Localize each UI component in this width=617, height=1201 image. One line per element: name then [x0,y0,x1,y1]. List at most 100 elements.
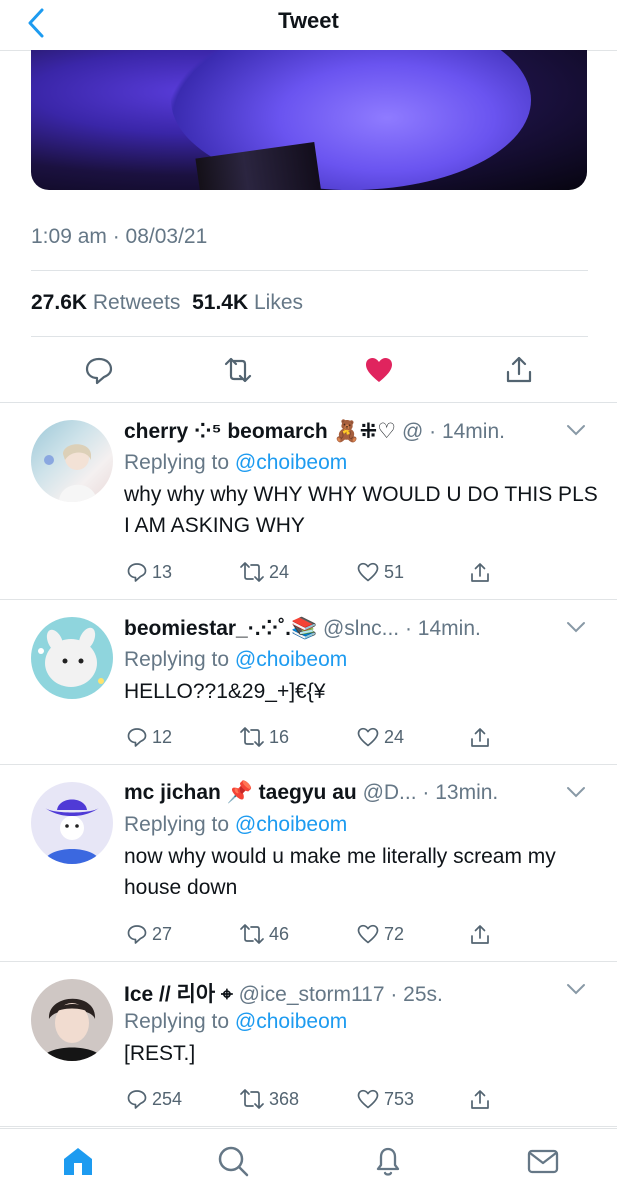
reply-time: · 14min. [404,617,481,640]
display-name[interactable]: mc jichan 📌 taegyu au [124,781,357,804]
reply-actions: 254 368 753 [124,1088,604,1116]
retweet-count: 46 [269,923,290,944]
reply-text: now why would u make me literally scream… [124,845,556,899]
like-count-button[interactable]: 72 [356,923,404,945]
tweet-media-image[interactable] [31,50,587,190]
retweet-count-button[interactable]: 46 [239,923,289,945]
chevron-down-icon[interactable] [565,785,587,799]
chevron-down-icon[interactable] [565,620,587,634]
display-name[interactable]: cherry ⁘⁵ beomarch 🧸⁜♡ [124,420,396,443]
handle[interactable]: @ice_storm117 [239,983,385,1006]
reply-icon [127,925,147,944]
replying-to-label: Replying to [124,813,230,836]
reply-body: cherry ⁘⁵ beomarch 🧸⁜♡ @ · 14min. Replyi… [124,419,599,541]
tweet-stats: 27.6K Retweets 51.4K Likes [31,291,303,315]
reply-count-button[interactable]: 13 [126,561,172,583]
handle[interactable]: @slnc... [323,617,399,640]
reply-count-button[interactable]: 254 [126,1088,182,1110]
home-icon[interactable] [60,1143,96,1179]
handle[interactable]: @D... [363,781,417,804]
like-count-button[interactable]: 24 [356,726,404,748]
avatar[interactable] [31,979,113,1061]
retweet-icon[interactable] [222,354,254,386]
like-count: 753 [384,1088,415,1109]
like-count-button[interactable]: 753 [356,1088,414,1110]
reply-body: beomiestar_·.⁘˚.📚 @slnc... · 14min. Repl… [124,616,599,707]
retweet-icon [240,924,264,944]
like-count[interactable]: 51.4K [192,291,248,314]
replying-to-label: Replying to [124,1010,230,1033]
reply-body: mc jichan 📌 taegyu au @D... · 13min. Rep… [124,781,599,903]
messages-icon[interactable] [525,1143,561,1179]
reply-time: · 13min. [422,781,499,804]
divider [31,336,588,337]
share-icon [471,925,489,944]
retweet-count-button[interactable]: 16 [239,726,289,748]
search-icon[interactable] [215,1143,251,1179]
display-name[interactable]: beomiestar_·.⁘˚.📚 [124,617,317,640]
heart-icon [357,1089,379,1109]
reply-header: mc jichan 📌 taegyu au @D... · 13min. [124,781,599,809]
chevron-down-icon[interactable] [565,423,587,437]
retweet-count-button[interactable]: 368 [239,1088,299,1110]
retweet-icon [240,562,264,582]
reply-item[interactable]: cherry ⁘⁵ beomarch 🧸⁜♡ @ · 14min. Replyi… [0,403,617,600]
replying-to: Replying to @choibeom [124,451,599,475]
share-button[interactable] [468,923,496,947]
reply-text: [REST.] [124,1042,196,1065]
retweet-count-button[interactable]: 24 [239,561,289,583]
retweet-count[interactable]: 27.6K [31,291,87,314]
reply-text: why why why WHY WHY WOULD U DO THIS PLS … [124,483,598,537]
tweet-timestamp: 1:09 am · 08/03/21 [31,225,208,248]
reply-item[interactable]: Ice // 리아 ⌖ @ice_storm117 · 25s. Replyin… [0,962,617,1127]
display-name[interactable]: Ice // 리아 ⌖ [124,983,233,1006]
like-count-button[interactable]: 51 [356,561,404,583]
reply-text: HELLO??1&29_+]€{¥ [124,680,326,703]
reply-count: 13 [152,561,173,582]
like-count: 24 [384,726,405,747]
reply-item[interactable]: mc jichan 📌 taegyu au @D... · 13min. Rep… [0,765,617,962]
replying-to-handle[interactable]: @choibeom [235,648,347,671]
avatar-photo [41,998,103,1061]
retweet-label[interactable]: Retweets [93,291,181,314]
reply-count: 254 [152,1088,183,1109]
replying-to: Replying to @choibeom [124,1010,599,1034]
reply-count-button[interactable]: 12 [126,726,172,748]
reply-actions: 12 16 24 [124,726,604,754]
reply-time: · 14min. [429,420,505,443]
replying-to-handle[interactable]: @choibeom [235,1010,347,1033]
handle[interactable]: @ [402,420,423,443]
notifications-icon[interactable] [370,1143,406,1179]
reply-icon[interactable] [83,354,115,386]
share-icon[interactable] [503,354,535,386]
reply-count-button[interactable]: 27 [126,923,172,945]
replying-to-label: Replying to [124,451,230,474]
share-button[interactable] [468,726,496,750]
share-button[interactable] [468,561,496,585]
reply-actions: 27 46 72 [124,923,604,951]
avatar[interactable] [31,617,113,699]
share-button[interactable] [468,1088,496,1112]
reply-header: Ice // 리아 ⌖ @ice_storm117 · 25s. [124,978,599,1006]
like-count: 51 [384,561,405,582]
heart-filled-icon[interactable] [363,354,395,386]
reply-actions: 13 24 51 [124,561,604,589]
avatar-photo [44,444,97,502]
replying-to-handle[interactable]: @choibeom [235,451,347,474]
reply-icon [127,563,147,582]
retweet-icon [240,727,264,747]
avatar[interactable] [31,782,113,864]
bottom-tab-bar [0,1128,617,1201]
reply-count: 12 [152,726,173,747]
tweet-actions [0,348,617,392]
avatar[interactable] [31,420,113,502]
replying-to: Replying to @choibeom [124,813,599,837]
chevron-down-icon[interactable] [565,982,587,996]
heart-icon [357,562,379,582]
reply-item[interactable]: beomiestar_·.⁘˚.📚 @slnc... · 14min. Repl… [0,600,617,765]
avatar-photo [43,799,101,864]
replying-to-handle[interactable]: @choibeom [235,813,347,836]
like-label[interactable]: Likes [254,291,303,314]
like-count: 72 [384,923,405,944]
retweet-count: 368 [269,1088,300,1109]
